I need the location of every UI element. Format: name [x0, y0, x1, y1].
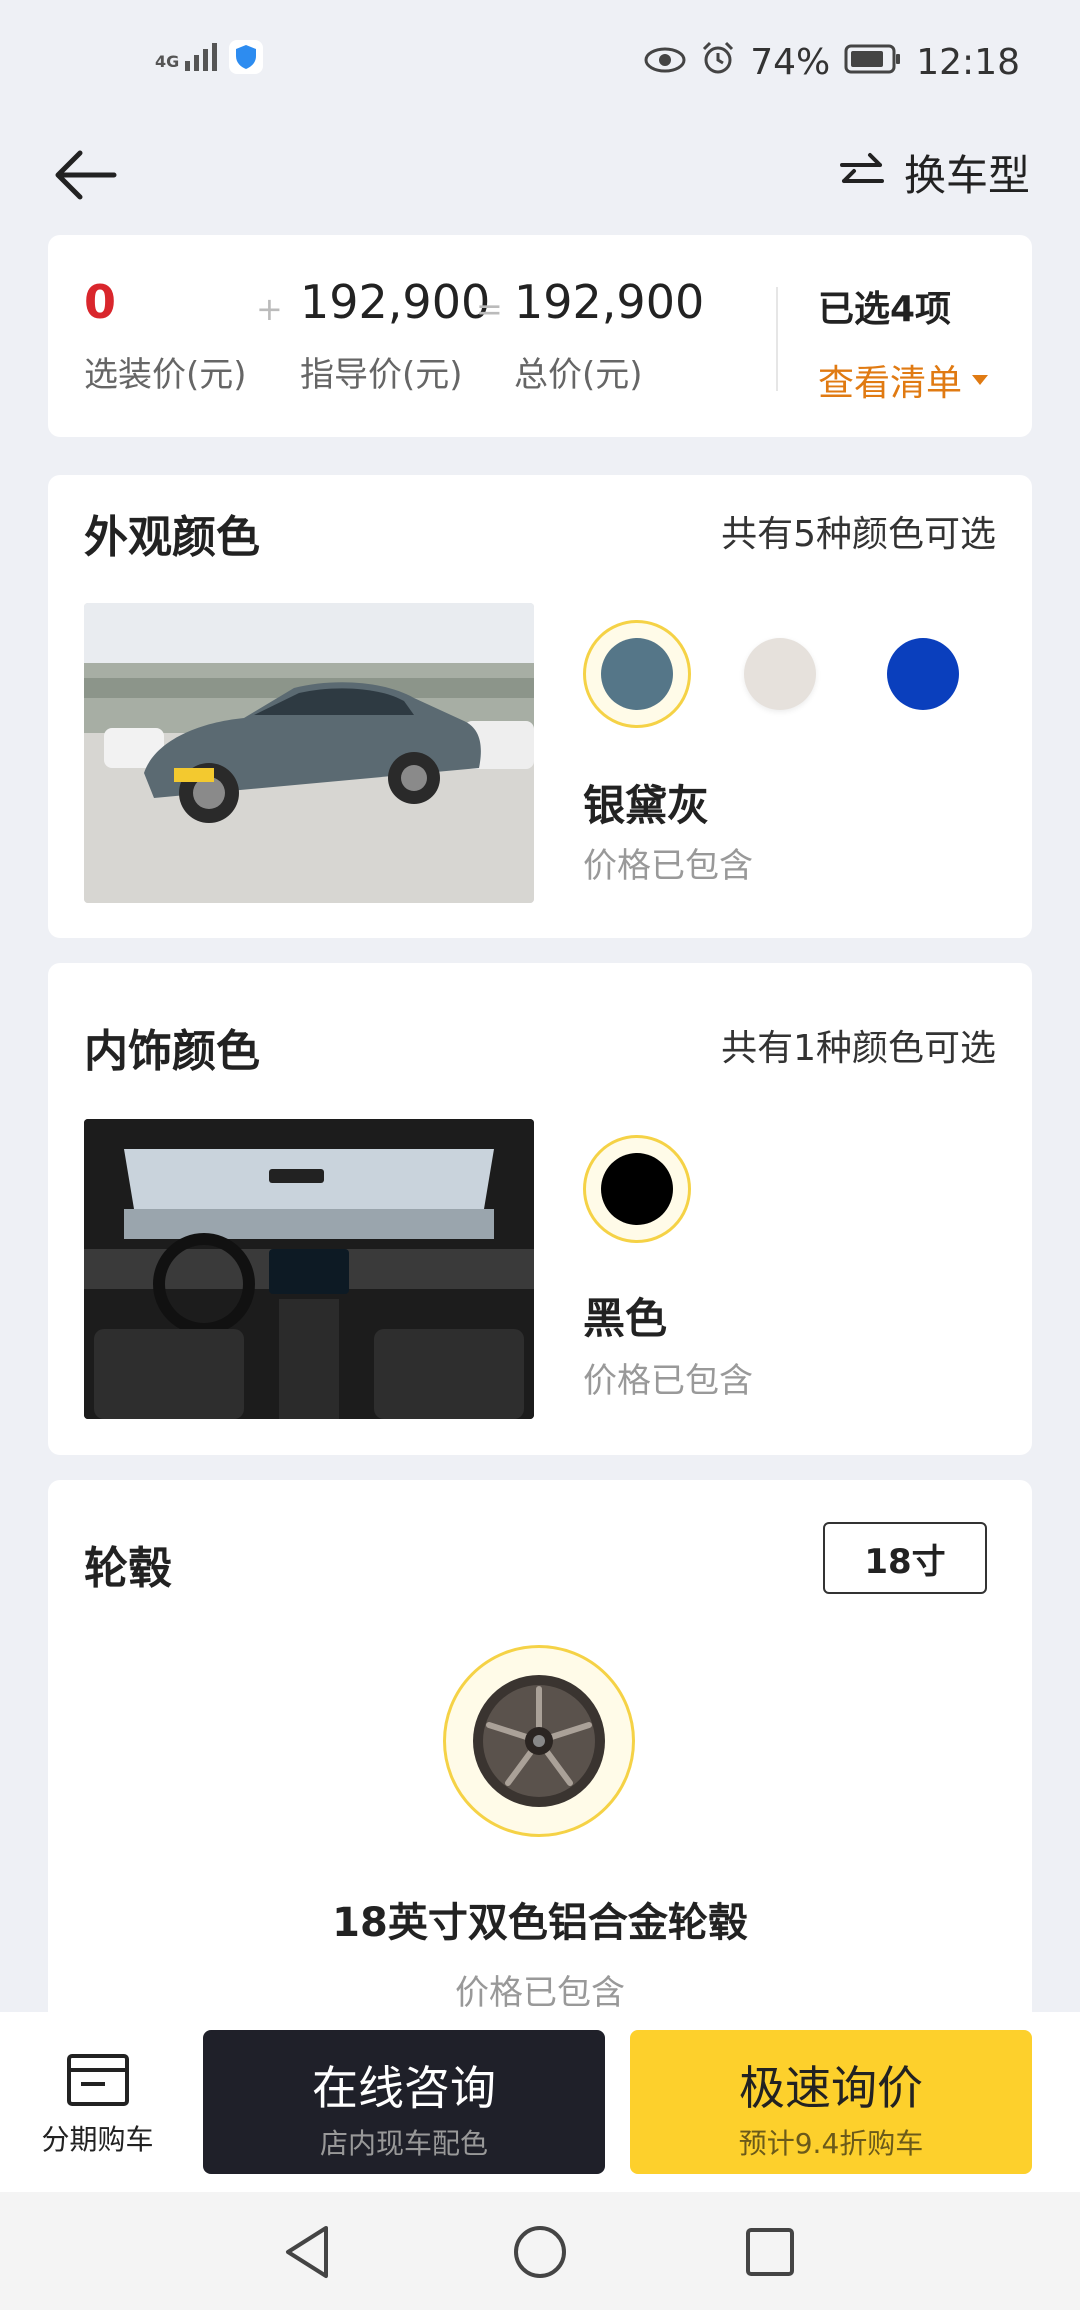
- exterior-color-name: 银黛灰: [583, 781, 710, 830]
- quick-quote-button[interactable]: 极速询价 预计9.4折购车: [630, 2030, 1032, 2174]
- color-swatch-grey[interactable]: [601, 638, 673, 710]
- guide-price-label: 指导价(元): [300, 355, 463, 395]
- system-nav-bar: [0, 2192, 1080, 2310]
- swap-arrows-icon: [839, 152, 884, 183]
- interior-price-note: 价格已包含: [583, 1361, 753, 1401]
- installment-button[interactable]: 分期购车: [20, 2052, 175, 2158]
- circle-home-icon: [514, 2226, 566, 2278]
- exterior-photo: [84, 603, 534, 903]
- total-price-label: 总价(元): [514, 355, 643, 395]
- interior-color-name: 黑色: [583, 1294, 668, 1343]
- guide-price-value: 192,900: [300, 275, 491, 329]
- wheel-icon: [473, 1675, 605, 1807]
- interior-title: 内饰颜色: [84, 1026, 260, 1077]
- quote-title: 极速询价: [739, 2061, 923, 2115]
- view-list-link[interactable]: 查看清单: [818, 354, 990, 406]
- interior-color-card: 内饰颜色 共有1种颜色可选 黑色 价格已包含: [48, 963, 1032, 1455]
- exterior-color-card: 外观颜色 共有5种颜色可选 银黛灰 价格已包含: [48, 475, 1032, 938]
- interior-count: 共有1种颜色可选: [721, 1028, 996, 1069]
- color-swatch-white[interactable]: [744, 638, 816, 710]
- installment-label: 分期购车: [41, 2123, 154, 2156]
- signal-icon: 4G: [155, 43, 218, 71]
- status-bar: 4G 74% 12:18: [0, 0, 1080, 120]
- exterior-title: 外观颜色: [84, 512, 260, 563]
- view-list-label: 查看清单: [818, 363, 963, 404]
- alarm-icon: [700, 40, 736, 85]
- quote-subtitle: 预计9.4折购车: [738, 2127, 924, 2160]
- wheel-price-note: 价格已包含: [455, 1973, 625, 2013]
- equals-sign: =: [476, 290, 503, 328]
- card-icon: [66, 2054, 129, 2106]
- triangle-back-icon: [286, 2226, 328, 2278]
- wheel-card: 轮毂 18寸 18英寸双色铝合金轮毂 价格已包含: [48, 1480, 1032, 2040]
- battery-percent: 74%: [750, 42, 831, 83]
- back-button[interactable]: [50, 140, 120, 210]
- square-recents-icon: [746, 2228, 794, 2276]
- battery-icon: [844, 42, 902, 83]
- network-type: 4G: [155, 52, 180, 71]
- interior-photo: [84, 1119, 534, 1419]
- wheel-title: 轮毂: [84, 1543, 172, 1594]
- online-consult-button[interactable]: 在线咨询 店内现车配色: [203, 2030, 605, 2174]
- price-divider: [776, 287, 778, 391]
- switch-model-label: 换车型: [903, 151, 1030, 200]
- selected-count: 已选4项: [818, 289, 952, 330]
- exterior-count: 共有5种颜色可选: [721, 514, 996, 555]
- bottom-action-bar: 分期购车 在线咨询 店内现车配色 极速询价 预计9.4折购车: [0, 2012, 1080, 2192]
- wheel-name: 18英寸双色铝合金轮毂: [332, 1900, 748, 1946]
- total-price-value: 192,900: [514, 275, 705, 329]
- color-swatch-black[interactable]: [601, 1153, 673, 1225]
- consult-title: 在线咨询: [312, 2061, 496, 2115]
- switch-model-button[interactable]: 换车型: [838, 142, 1030, 203]
- price-summary-card: 0 选装价(元) + 192,900 指导价(元) = 192,900 总价(元…: [48, 235, 1032, 437]
- eye-icon: [644, 42, 686, 83]
- wheel-image[interactable]: [443, 1645, 635, 1837]
- clock: 12:18: [916, 42, 1020, 83]
- nav-home-button[interactable]: [510, 2222, 570, 2286]
- exterior-price-note: 价格已包含: [583, 846, 753, 886]
- nav-recents-button[interactable]: [742, 2224, 798, 2284]
- plus-sign: +: [256, 290, 283, 328]
- option-price-value: 0: [84, 275, 117, 329]
- wheel-size-tag[interactable]: 18寸: [823, 1522, 987, 1594]
- shield-icon: [229, 40, 264, 74]
- arrow-left-icon: [55, 150, 117, 200]
- caret-down-icon: [972, 375, 989, 385]
- top-nav: 换车型: [0, 130, 1080, 230]
- option-price-label: 选装价(元): [84, 355, 247, 395]
- nav-back-button[interactable]: [280, 2222, 336, 2286]
- color-swatch-blue[interactable]: [887, 638, 959, 710]
- consult-subtitle: 店内现车配色: [319, 2127, 488, 2160]
